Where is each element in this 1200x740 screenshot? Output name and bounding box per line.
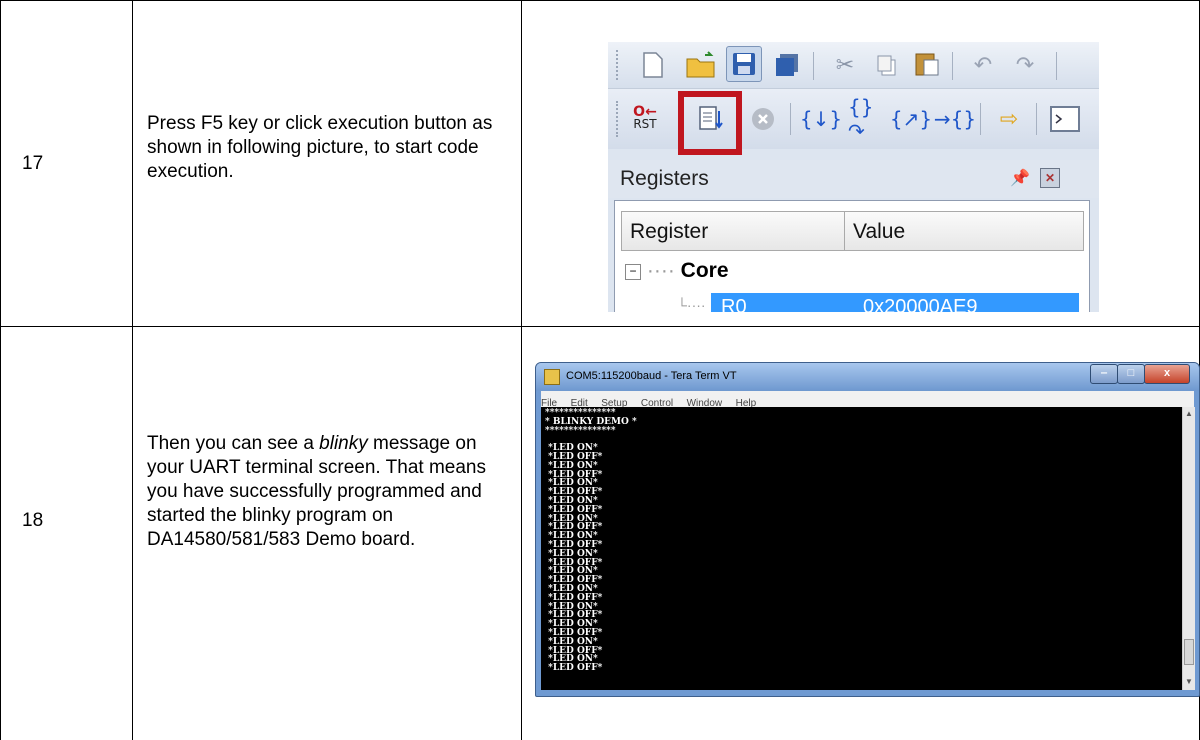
- step-description: Press F5 key or click execution button a…: [147, 112, 497, 184]
- toolbar-separator: [1036, 103, 1037, 135]
- save-icon[interactable]: [726, 46, 762, 82]
- step-number: 17: [22, 153, 44, 174]
- instruction-table: 17 Press F5 key or click execution butto…: [0, 0, 1200, 740]
- collapse-icon[interactable]: −: [625, 264, 641, 280]
- maximize-button[interactable]: □: [1117, 364, 1145, 384]
- scrollbar-thumb[interactable]: [1184, 639, 1194, 665]
- column-divider-2: [521, 0, 522, 740]
- tree-connector: ····: [646, 259, 675, 282]
- open-folder-icon[interactable]: [684, 48, 718, 82]
- row-divider: [0, 326, 1200, 327]
- pin-icon[interactable]: 📌: [1010, 168, 1030, 188]
- stop-icon[interactable]: [746, 102, 780, 136]
- toolbar-separator: [1056, 52, 1057, 80]
- paste-icon[interactable]: [910, 46, 944, 80]
- table-border-top: [0, 0, 1200, 1]
- close-button[interactable]: x: [1144, 364, 1190, 384]
- register-value: 0x20000AE9: [863, 296, 978, 312]
- registers-tree: Register Value − ···· Core └···· R0 0x20…: [614, 200, 1090, 312]
- reset-label: RST: [633, 117, 657, 131]
- scroll-down-icon[interactable]: ▼: [1185, 677, 1193, 686]
- teraterm-titlebar: COM5:115200baud - Tera Term VT ‒ □ x: [536, 363, 1199, 391]
- registers-pane-title: Registers: [620, 167, 709, 190]
- scroll-up-icon[interactable]: ▲: [1185, 409, 1193, 418]
- step-number: 18: [22, 510, 44, 531]
- column-header-value[interactable]: Value: [844, 211, 1084, 251]
- new-file-icon[interactable]: [636, 48, 670, 82]
- toolbar-separator: [790, 103, 791, 135]
- ide-screenshot: ✂ ↶ ↷ O← RST {↓} {}↷ {↗} →{} ⇨ Registers…: [608, 42, 1099, 312]
- step-description-italic: blinky: [319, 433, 368, 454]
- run-to-cursor-icon[interactable]: →{}: [934, 102, 976, 136]
- command-window-icon[interactable]: [1048, 102, 1082, 136]
- reset-button[interactable]: O← RST: [628, 101, 662, 135]
- tree-connector: └····: [677, 297, 706, 312]
- terminal-scrollbar[interactable]: ▲ ▼: [1182, 407, 1195, 690]
- step-over-icon[interactable]: {}↷: [848, 95, 882, 143]
- terminal-text: *************** * BLINKY DEMO * ********…: [545, 408, 637, 674]
- save-all-icon[interactable]: [770, 48, 804, 82]
- toolbar-separator: [952, 52, 953, 80]
- registers-pane-header: Registers 📌 ✕: [608, 160, 1099, 198]
- toolbar-grip: [616, 50, 621, 80]
- step-description-text: Then you can see a: [147, 433, 320, 454]
- toolbar-separator: [813, 52, 814, 80]
- toolbar-grip: [616, 101, 621, 137]
- teraterm-app-icon: [544, 369, 560, 385]
- tree-group-label: Core: [680, 259, 729, 282]
- step-description: Then you can see a blinky message on you…: [147, 432, 497, 552]
- close-icon[interactable]: ✕: [1040, 168, 1060, 188]
- step-out-icon[interactable]: {↗}: [890, 102, 932, 136]
- column-divider-1: [132, 0, 133, 740]
- step-description-text: Press F5 key or click execution button a…: [147, 113, 493, 182]
- register-name: R0: [721, 296, 747, 312]
- redo-icon[interactable]: ↷: [1008, 48, 1042, 82]
- teraterm-window: COM5:115200baud - Tera Term VT ‒ □ x Fil…: [535, 362, 1200, 697]
- toolbar-separator: [980, 103, 981, 135]
- cut-icon[interactable]: ✂: [828, 48, 862, 82]
- table-border-left: [0, 0, 1, 740]
- register-row-r0[interactable]: R0 0x20000AE9: [711, 293, 1079, 312]
- run-button-highlight: [678, 91, 742, 155]
- tree-group-core[interactable]: − ···· Core: [625, 259, 729, 283]
- undo-icon[interactable]: ↶: [966, 48, 1000, 82]
- show-next-statement-icon[interactable]: ⇨: [992, 102, 1026, 136]
- teraterm-title: COM5:115200baud - Tera Term VT: [566, 370, 737, 382]
- copy-icon[interactable]: [870, 48, 904, 82]
- teraterm-menubar: File Edit Setup Control Window Help: [541, 391, 1194, 409]
- minimize-button[interactable]: ‒: [1090, 364, 1118, 384]
- column-header-register[interactable]: Register: [621, 211, 845, 251]
- terminal-output[interactable]: *************** * BLINKY DEMO * ********…: [541, 407, 1182, 690]
- step-into-icon[interactable]: {↓}: [800, 102, 842, 136]
- standard-toolbar: ✂ ↶ ↷: [608, 42, 1099, 89]
